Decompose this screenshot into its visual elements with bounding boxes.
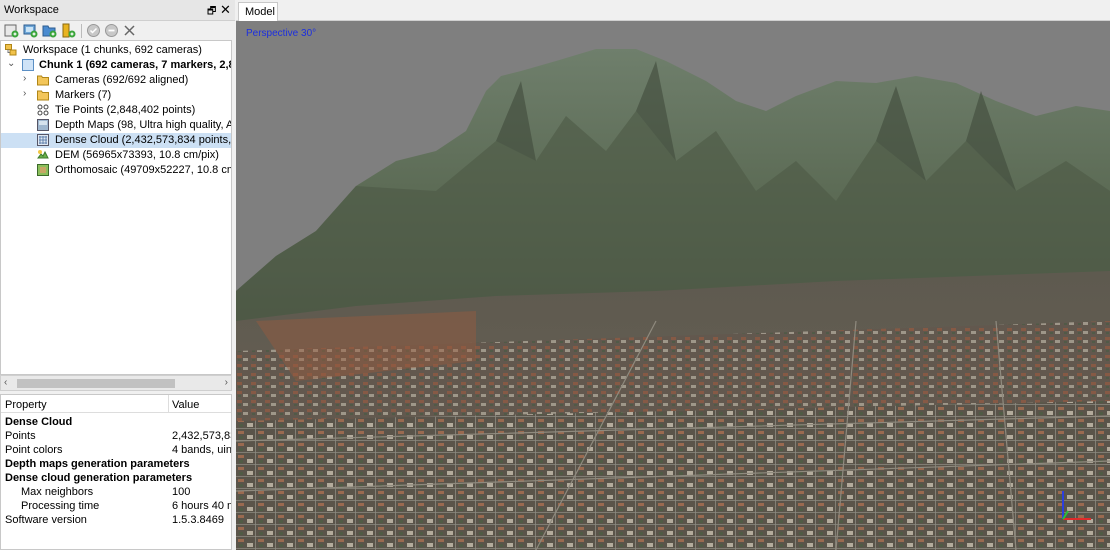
property-key: Software version	[5, 514, 87, 526]
remove-icon[interactable]	[122, 23, 137, 38]
dense-cloud-icon	[37, 134, 49, 146]
property-row[interactable]: Max neighbors 100	[1, 486, 231, 500]
chevron-right-icon[interactable]: ›	[23, 73, 26, 84]
tree-item-label: Workspace (1 chunks, 692 cameras)	[23, 44, 202, 56]
tree-item-label: Dense Cloud (2,432,573,834 points, Ultra…	[55, 134, 232, 146]
workspace-header: Workspace 🗗 ✕	[0, 0, 235, 21]
workspace-toolbar	[0, 21, 235, 41]
tree-item-workspace[interactable]: Workspace (1 chunks, 692 cameras)	[1, 43, 231, 58]
properties-panel: Property Value Dense Cloud Points 2,432,…	[0, 394, 232, 550]
tree-item-label: Cameras (692/692 aligned)	[55, 74, 189, 86]
property-column-header[interactable]: Property	[5, 399, 47, 411]
disable-icon[interactable]	[104, 23, 119, 38]
folder-icon	[37, 90, 49, 101]
tree-item-depth-maps[interactable]: Depth Maps (98, Ultra high quality, Aggr…	[1, 118, 231, 133]
toolbar-separator	[81, 24, 82, 38]
tree-item-dense-cloud[interactable]: Dense Cloud (2,432,573,834 points, Ultra…	[1, 133, 232, 148]
tree-item-label: Orthomosaic (49709x52227, 10.8 cm/pix)	[55, 164, 231, 176]
tab-label: Model	[245, 6, 275, 18]
column-divider[interactable]	[168, 395, 169, 413]
close-icon[interactable]: ✕	[220, 2, 231, 18]
workspace-panel: Workspace 🗗 ✕ Workspace (1 chunks, 692 c…	[0, 0, 235, 550]
property-row[interactable]: Dense Cloud	[1, 416, 231, 430]
property-value: 4 bands, uint8	[172, 444, 232, 456]
scroll-left-icon[interactable]: ‹	[4, 377, 7, 388]
property-row[interactable]: Software version 1.5.3.8469	[1, 514, 231, 528]
value-column-header[interactable]: Value	[172, 399, 199, 411]
workspace-title: Workspace	[4, 4, 59, 16]
tree-item-label: Markers (7)	[55, 89, 112, 101]
properties-header: Property Value	[1, 395, 231, 413]
chunk-icon	[22, 59, 34, 71]
property-key: Depth maps generation parameters	[5, 458, 190, 470]
model-panel: Model Perspective 30°	[236, 0, 1110, 550]
tree-item-tie-points[interactable]: Tie Points (2,848,402 points)	[1, 103, 231, 118]
tab-bar: Model	[236, 0, 1110, 21]
tie-points-icon	[37, 104, 49, 116]
chevron-down-icon[interactable]: ⌄	[7, 58, 15, 69]
tree-item-markers[interactable]: › Markers (7)	[1, 88, 231, 103]
property-key: Dense cloud generation parameters	[5, 472, 193, 484]
property-key: Max neighbors	[21, 486, 94, 498]
horizontal-scrollbar[interactable]: ‹ ›	[0, 375, 232, 391]
depth-maps-icon	[37, 119, 49, 131]
property-row[interactable]: Point colors 4 bands, uint8	[1, 444, 232, 458]
property-key: Dense Cloud	[5, 416, 73, 428]
add-photos-icon[interactable]	[23, 23, 38, 38]
property-value: 100	[172, 486, 191, 498]
tree-item-label: Tie Points (2,848,402 points)	[55, 104, 196, 116]
workspace-icon	[5, 44, 17, 56]
property-row[interactable]: Depth maps generation parameters	[1, 458, 231, 472]
add-chunk-icon[interactable]	[4, 23, 19, 38]
tree-item-cameras[interactable]: › Cameras (692/692 aligned)	[1, 73, 231, 88]
tab-model[interactable]: Model	[238, 2, 278, 21]
tree-item-label: DEM (56965x73393, 10.8 cm/pix)	[55, 149, 219, 161]
tree-item-chunk[interactable]: ⌄ Chunk 1 (692 cameras, 7 markers, 2,848…	[1, 58, 231, 73]
property-value: 2,432,573,834	[172, 430, 231, 442]
tree-item-dem[interactable]: DEM (56965x73393, 10.8 cm/pix)	[1, 148, 231, 163]
workspace-tree: Workspace (1 chunks, 692 cameras) ⌄ Chun…	[0, 40, 232, 375]
tree-item-orthomosaic[interactable]: Orthomosaic (49709x52227, 10.8 cm/pix)	[1, 163, 231, 178]
scrollbar-thumb[interactable]	[17, 379, 175, 388]
add-folder-icon[interactable]	[42, 23, 57, 38]
orthomosaic-icon	[37, 164, 49, 176]
dem-icon	[37, 150, 49, 159]
folder-icon	[37, 75, 49, 86]
enable-icon[interactable]	[86, 23, 101, 38]
restore-icon[interactable]: 🗗	[207, 4, 216, 21]
tree-item-label: Chunk 1 (692 cameras, 7 markers, 2,848,4…	[39, 59, 231, 71]
scroll-right-icon[interactable]: ›	[225, 377, 228, 388]
property-key: Processing time	[21, 500, 100, 512]
property-value: 1.5.3.8469	[172, 514, 224, 526]
property-key: Point colors	[5, 444, 63, 456]
property-row[interactable]: Points 2,432,573,834	[1, 430, 231, 444]
projection-label: Perspective 30°	[246, 28, 317, 39]
property-row[interactable]: Dense cloud generation parameters	[1, 472, 231, 486]
property-key: Points	[5, 430, 36, 442]
terrain-render	[236, 49, 1110, 550]
property-row[interactable]: Processing time 6 hours 40 min	[1, 500, 231, 514]
property-value: 6 hours 40 min	[172, 500, 231, 512]
model-viewport[interactable]: Perspective 30°	[236, 21, 1110, 550]
add-marker-icon[interactable]	[61, 23, 76, 38]
tree-item-label: Depth Maps (98, Ultra high quality, Aggr…	[55, 119, 231, 131]
chevron-right-icon[interactable]: ›	[23, 88, 26, 99]
